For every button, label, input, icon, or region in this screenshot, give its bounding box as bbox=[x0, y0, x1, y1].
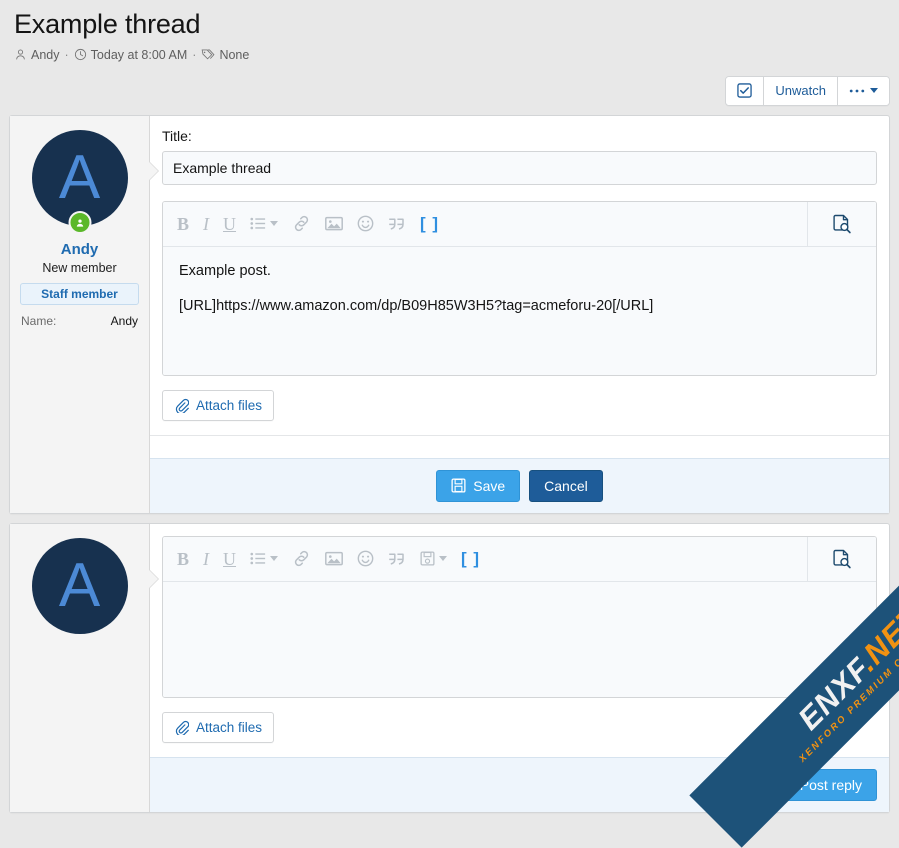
save-label: Save bbox=[473, 478, 505, 494]
thread-author[interactable]: Andy bbox=[14, 48, 60, 62]
post-line-2: [URL]https://www.amazon.com/dp/B09H85W3H… bbox=[179, 296, 860, 317]
user-icon bbox=[14, 48, 27, 61]
watch-checkbox-button[interactable] bbox=[726, 77, 764, 105]
edit-post-card: A Andy New member Staff member Name: And… bbox=[9, 115, 890, 514]
thread-tags[interactable]: None bbox=[201, 48, 249, 62]
underline-icon[interactable]: U bbox=[223, 211, 236, 237]
smilie-icon[interactable] bbox=[357, 211, 374, 237]
user-detail-key: Name: bbox=[21, 314, 56, 328]
image-icon[interactable] bbox=[325, 546, 343, 572]
editor-toolbar-buttons: B I U bbox=[163, 202, 439, 246]
smilie-icon[interactable] bbox=[357, 546, 374, 572]
title-input[interactable]: Example thread bbox=[162, 151, 877, 185]
reply-editor-toolbar: B I U bbox=[163, 537, 876, 582]
italic-icon[interactable]: I bbox=[203, 546, 209, 572]
post-username[interactable]: Andy bbox=[20, 241, 139, 258]
chevron-down-icon bbox=[439, 556, 447, 561]
bb-code-icon[interactable]: [ ] bbox=[461, 546, 480, 572]
title-label: Title: bbox=[162, 128, 877, 144]
reply-toolbar-buttons: B I U bbox=[163, 537, 480, 581]
link-icon[interactable] bbox=[292, 546, 311, 572]
reply-arrow-icon bbox=[775, 777, 793, 793]
chevron-down-icon bbox=[270, 556, 278, 561]
edit-post-textarea[interactable]: Example post. [URL]https://www.amazon.co… bbox=[163, 247, 876, 375]
list-icon[interactable] bbox=[250, 211, 278, 237]
meta-separator-2: · bbox=[191, 48, 197, 62]
edit-post-editor: B I U bbox=[162, 201, 877, 376]
reply-editor: B I U bbox=[162, 536, 877, 698]
user-detail-name: Name: Andy bbox=[20, 314, 139, 328]
list-icon[interactable] bbox=[250, 546, 278, 572]
attach-files-label: Attach files bbox=[196, 398, 262, 413]
reply-footer: Post reply bbox=[150, 757, 889, 812]
user-detail-value: Andy bbox=[111, 314, 138, 328]
image-icon[interactable] bbox=[325, 211, 343, 237]
reply-attach-row: Attach files bbox=[150, 698, 889, 757]
edit-spacer bbox=[150, 435, 889, 458]
more-options-button[interactable] bbox=[838, 77, 889, 105]
quote-icon[interactable] bbox=[388, 211, 406, 237]
attach-files-button[interactable]: Attach files bbox=[162, 712, 274, 743]
reply-avatar-wrap[interactable]: A bbox=[32, 538, 128, 634]
post-user-title: New member bbox=[20, 261, 139, 275]
online-user-icon bbox=[68, 211, 91, 234]
page-header: Example thread Andy · Today at 8:00 AM ·… bbox=[0, 0, 899, 64]
meta-separator-1: · bbox=[64, 48, 70, 62]
chevron-down-icon bbox=[270, 221, 278, 226]
avatar[interactable]: A bbox=[32, 538, 128, 634]
checkbox-checked-icon bbox=[737, 83, 752, 98]
save-button[interactable]: Save bbox=[436, 470, 520, 502]
unwatch-button[interactable]: Unwatch bbox=[764, 77, 838, 105]
post-user-column: A Andy New member Staff member Name: And… bbox=[10, 116, 150, 513]
paperclip-icon bbox=[174, 720, 189, 735]
underline-icon[interactable]: U bbox=[223, 546, 236, 572]
thread-meta: Andy · Today at 8:00 AM · None bbox=[14, 46, 885, 64]
reply-preview-button[interactable] bbox=[807, 537, 876, 581]
editor-preview-button[interactable] bbox=[807, 202, 876, 246]
post-reply-label: Post reply bbox=[800, 777, 862, 793]
editor-toolbar: B I U bbox=[163, 202, 876, 247]
preview-document-icon bbox=[831, 213, 853, 235]
avatar-wrap[interactable]: A bbox=[32, 130, 128, 226]
ellipsis-icon bbox=[849, 88, 865, 94]
cancel-button[interactable]: Cancel bbox=[529, 470, 603, 502]
thread-time[interactable]: Today at 8:00 AM bbox=[74, 48, 188, 62]
watch-button-group: Unwatch bbox=[725, 76, 890, 106]
user-banner-staff: Staff member bbox=[20, 283, 139, 305]
clock-icon bbox=[74, 48, 87, 61]
thread-action-bar: Unwatch bbox=[0, 64, 899, 106]
quick-reply-card: A B I U bbox=[9, 523, 890, 813]
bold-icon[interactable]: B bbox=[177, 546, 189, 572]
save-floppy-icon bbox=[451, 478, 466, 493]
draft-icon[interactable] bbox=[420, 546, 447, 572]
attach-files-label: Attach files bbox=[196, 720, 262, 735]
tag-icon bbox=[201, 48, 215, 61]
reply-textarea[interactable] bbox=[163, 582, 876, 697]
bb-code-icon[interactable]: [ ] bbox=[420, 211, 439, 237]
edit-post-body: Title: Example thread B I U bbox=[150, 116, 889, 513]
reply-user-column: A bbox=[10, 524, 150, 812]
thread-time-label: Today at 8:00 AM bbox=[91, 48, 188, 62]
quote-icon[interactable] bbox=[388, 546, 406, 572]
quick-reply-body: B I U bbox=[150, 524, 889, 812]
link-icon[interactable] bbox=[292, 211, 311, 237]
edit-attach-row: Attach files bbox=[150, 376, 889, 435]
thread-author-name: Andy bbox=[31, 48, 60, 62]
bold-icon[interactable]: B bbox=[177, 211, 189, 237]
post-reply-button[interactable]: Post reply bbox=[760, 769, 877, 801]
page-title: Example thread bbox=[14, 10, 885, 40]
thread-tags-label: None bbox=[219, 48, 249, 62]
italic-icon[interactable]: I bbox=[203, 211, 209, 237]
preview-document-icon bbox=[831, 548, 853, 570]
title-field-group: Title: Example thread bbox=[150, 116, 889, 185]
chevron-down-icon bbox=[870, 88, 878, 93]
post-line-1: Example post. bbox=[179, 261, 860, 282]
attach-files-button[interactable]: Attach files bbox=[162, 390, 274, 421]
paperclip-icon bbox=[174, 398, 189, 413]
edit-post-footer: Save Cancel bbox=[150, 458, 889, 513]
